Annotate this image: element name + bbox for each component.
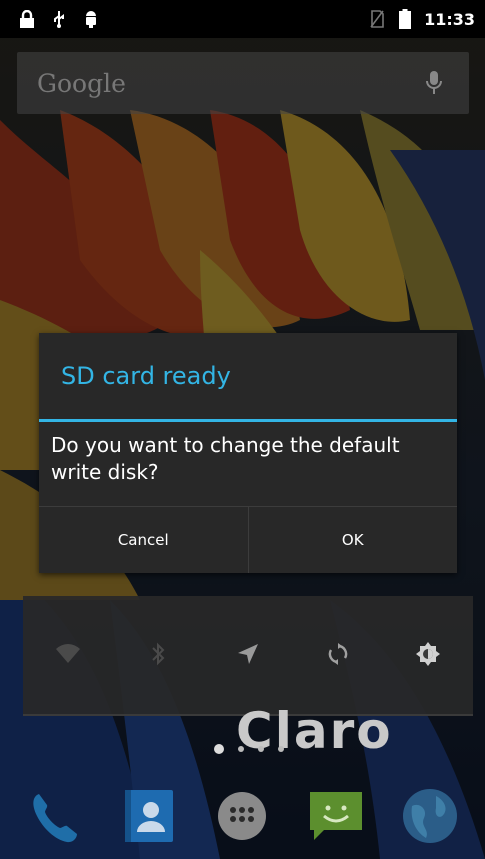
lock-icon (18, 10, 36, 28)
contacts-icon[interactable] (117, 784, 181, 848)
android-debug-icon (82, 10, 100, 28)
wifi-icon (56, 644, 80, 668)
android-home-screen: 11:33 Google Claro SD card ready Do you … (0, 0, 485, 859)
microphone-icon[interactable] (419, 68, 449, 98)
brightness-icon (415, 641, 441, 671)
page-dot (278, 746, 284, 752)
battery-icon (396, 9, 414, 29)
phone-icon[interactable] (23, 784, 87, 848)
dialog-button-bar: Cancel OK (39, 506, 457, 573)
location-icon (236, 642, 260, 670)
messaging-icon[interactable] (304, 784, 368, 848)
cancel-button[interactable]: Cancel (39, 507, 248, 573)
google-search-bar[interactable]: Google (17, 52, 469, 114)
ok-button[interactable]: OK (247, 507, 458, 573)
page-indicator (214, 744, 284, 754)
usb-icon (50, 10, 68, 28)
brightness-toggle[interactable] (383, 596, 473, 716)
search-placeholder: Google (37, 68, 126, 98)
bluetooth-icon (150, 641, 166, 671)
page-dot (258, 746, 264, 752)
page-dot (238, 746, 244, 752)
status-clock: 11:33 (424, 9, 475, 29)
browser-icon[interactable] (398, 784, 462, 848)
status-bar: 11:33 (0, 0, 485, 38)
app-dock (0, 772, 485, 859)
wifi-toggle[interactable] (23, 596, 113, 716)
dialog-title: SD card ready (61, 362, 231, 390)
no-sim-icon (368, 10, 386, 28)
sync-toggle[interactable] (293, 596, 383, 716)
page-dot (214, 744, 224, 754)
sync-icon (326, 642, 350, 670)
app-drawer-icon[interactable] (210, 784, 274, 848)
bluetooth-toggle[interactable] (113, 596, 203, 716)
sd-card-dialog: SD card ready Do you want to change the … (39, 333, 457, 573)
dialog-message: Do you want to change the default write … (51, 433, 400, 484)
location-toggle[interactable] (203, 596, 293, 716)
power-control-widget (23, 596, 473, 716)
